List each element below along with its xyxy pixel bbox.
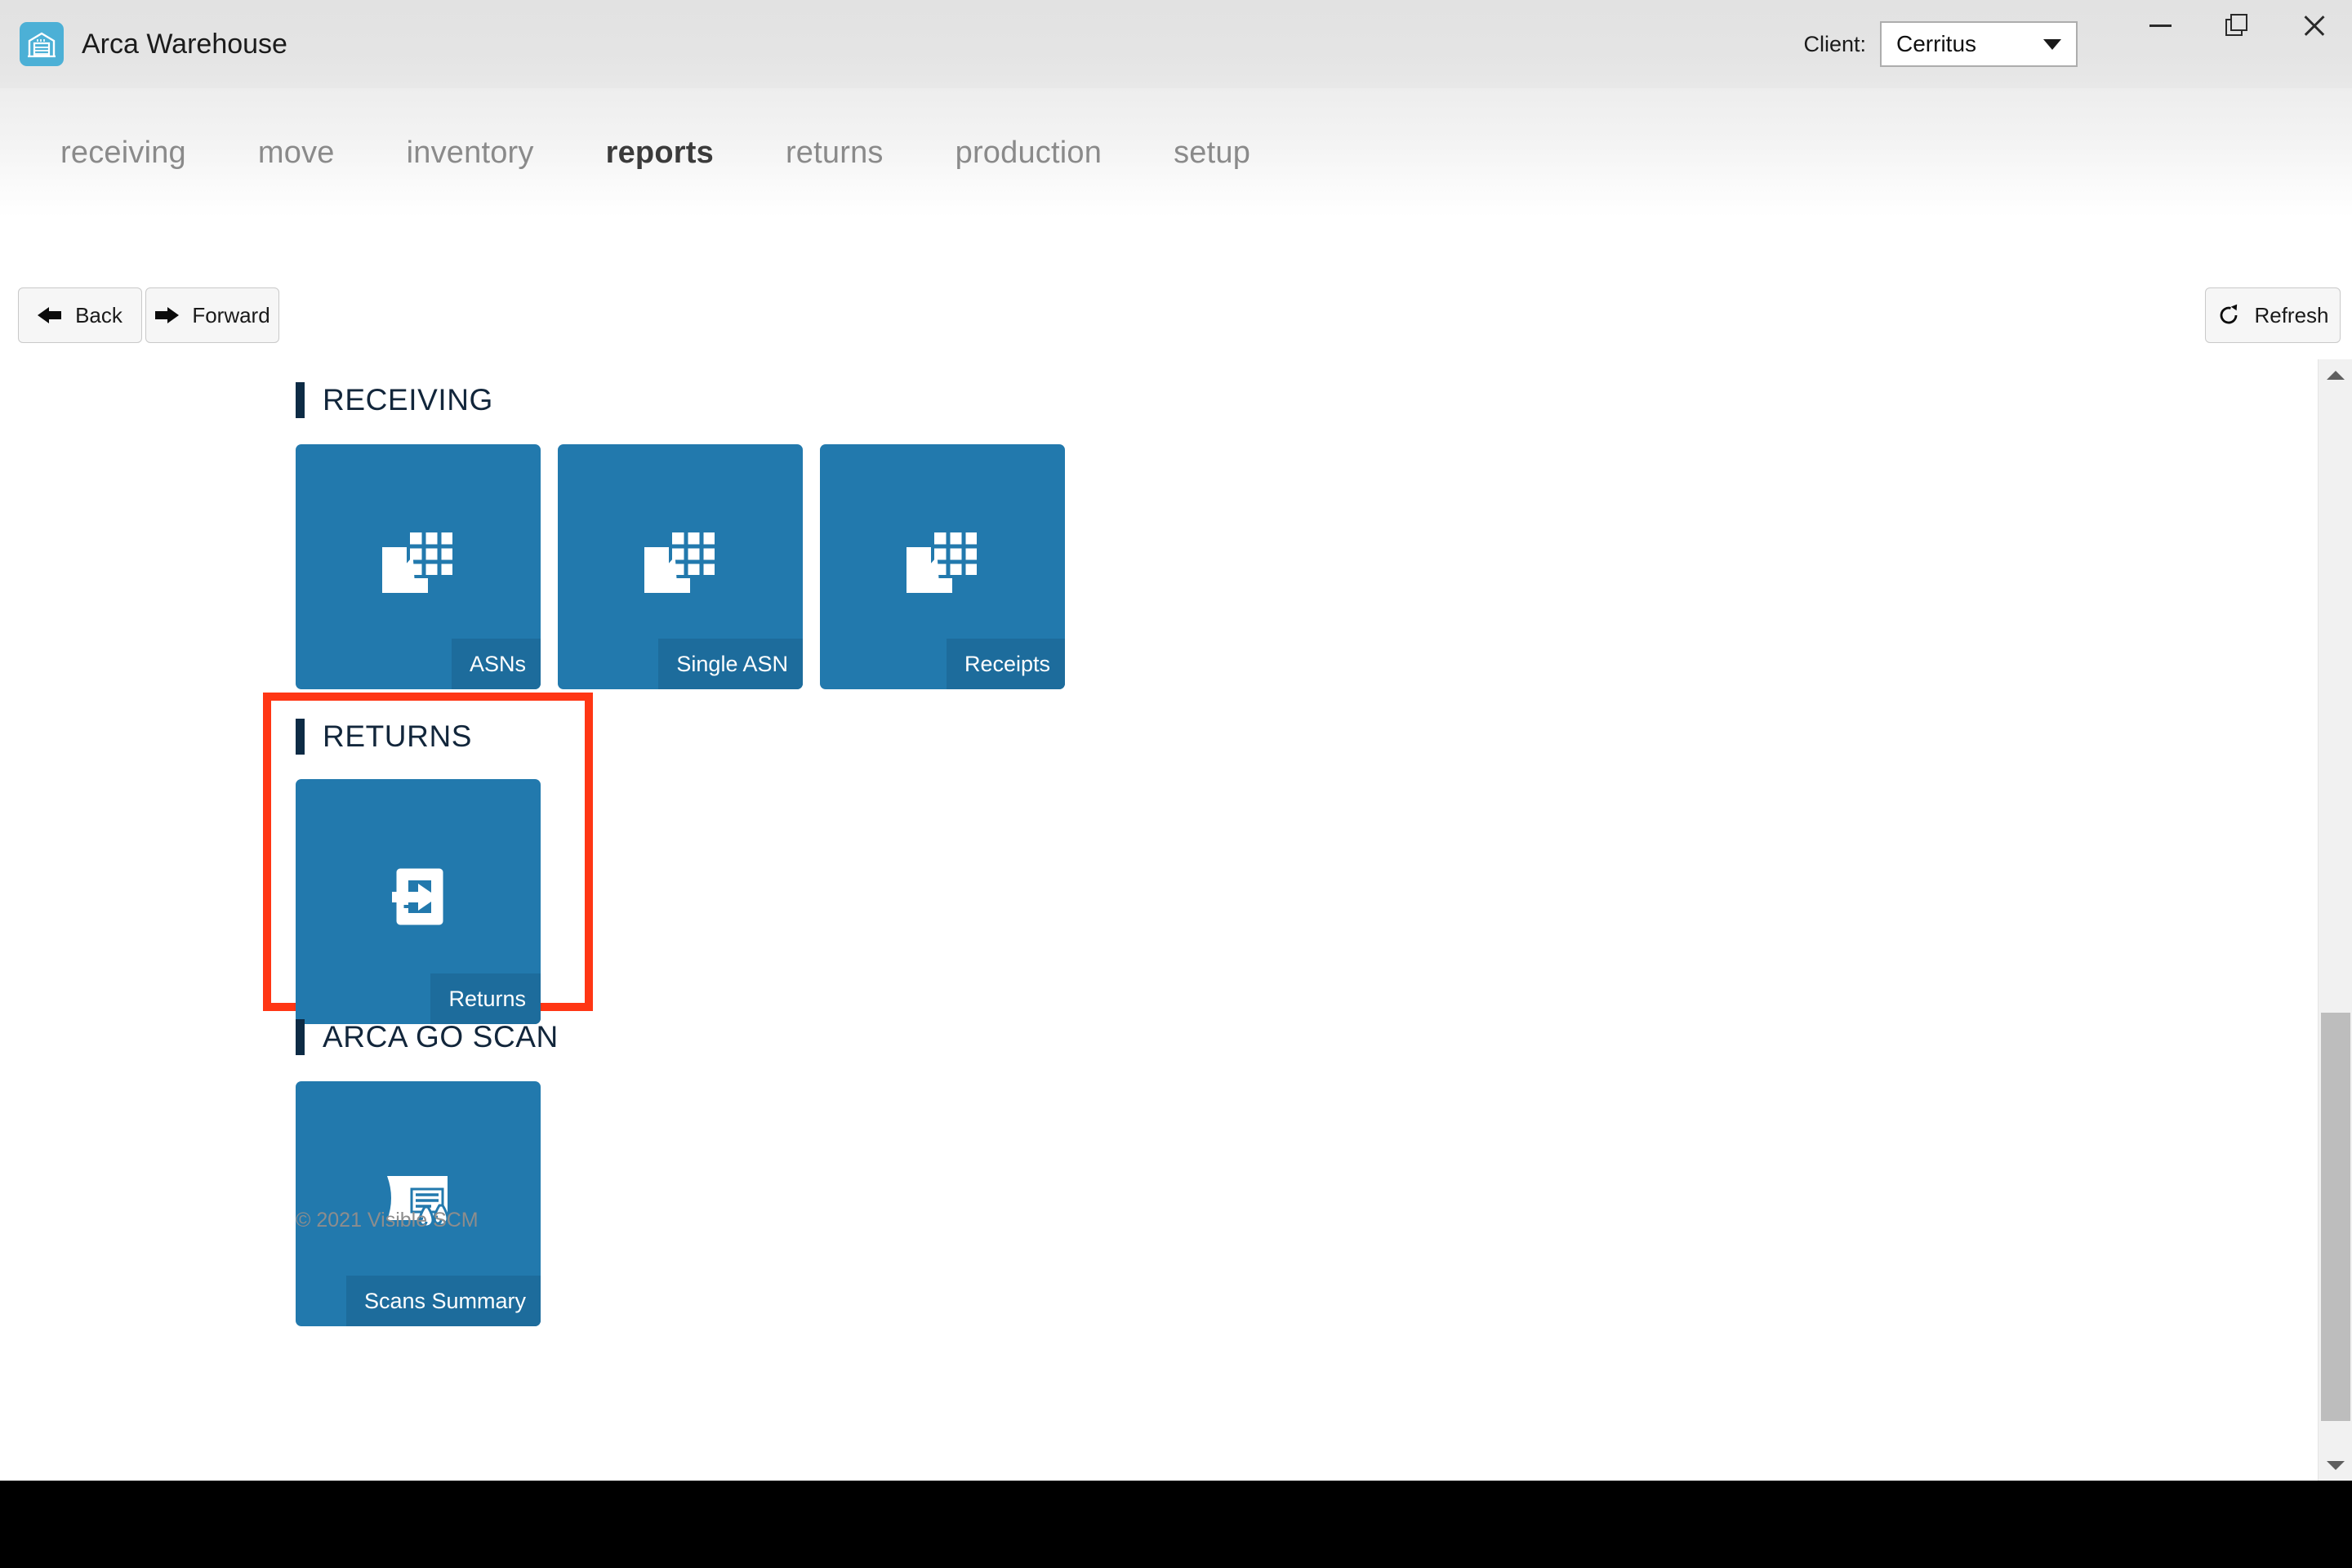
reports-content: RECEIVING ASNs Single ASN Receipts RETUR… — [0, 359, 2318, 1481]
nav-item-receiving[interactable]: receiving — [39, 136, 207, 171]
scroll-up-button[interactable] — [2319, 359, 2352, 390]
chevron-down-icon — [2043, 38, 2061, 50]
tile-row-receiving: ASNs Single ASN Receipts — [296, 444, 2318, 689]
section-header-returns: RETURNS — [296, 719, 585, 755]
nav-item-setup[interactable]: setup — [1152, 136, 1272, 171]
back-button[interactable]: Back — [18, 287, 142, 343]
nav-item-returns[interactable]: returns — [764, 136, 905, 171]
tile-scans-summary[interactable]: Scans Summary — [296, 1081, 541, 1326]
arrow-left-icon — [38, 306, 62, 324]
bottom-black-bar — [0, 1481, 2352, 1568]
back-button-label: Back — [75, 302, 122, 327]
maximize-icon — [2225, 14, 2248, 37]
section-accent-bar — [296, 1019, 305, 1055]
chevron-up-icon — [2327, 370, 2345, 380]
section-receiving: RECEIVING ASNs Single ASN Receipts — [0, 382, 2318, 689]
tile-receipts[interactable]: Receipts — [820, 444, 1065, 689]
vertical-scrollbar[interactable] — [2318, 359, 2352, 1481]
tile-asns[interactable]: ASNs — [296, 444, 541, 689]
application-window: Arca Warehouse Client: Cerritus receivin… — [0, 0, 2352, 1568]
section-accent-bar — [296, 382, 305, 418]
chevron-down-icon — [2327, 1460, 2345, 1470]
maximize-button[interactable] — [2198, 0, 2275, 51]
tile-single-asn[interactable]: Single ASN — [558, 444, 803, 689]
section-header-arca-go-scan: ARCA GO SCAN — [296, 1019, 2318, 1055]
page-toolbar: Back Forward Refresh — [0, 287, 2352, 358]
forward-button-label: Forward — [192, 302, 270, 327]
tile-label: ASNs — [451, 639, 541, 689]
tile-label: Receipts — [946, 639, 1065, 689]
nav-item-reports[interactable]: reports — [585, 136, 735, 171]
section-accent-bar — [296, 719, 305, 755]
section-returns-highlighted: RETURNS Returns — [263, 693, 593, 1024]
window-controls — [2122, 0, 2352, 88]
grid-arrow-icon — [820, 519, 1065, 604]
scrollbar-thumb[interactable] — [2321, 1013, 2350, 1421]
scroll-down-button[interactable] — [2319, 1450, 2352, 1481]
minimize-button[interactable] — [2122, 0, 2198, 51]
warehouse-icon — [20, 22, 64, 66]
app-title: Arca Warehouse — [82, 28, 287, 60]
title-bar-left: Arca Warehouse — [0, 22, 287, 66]
minimize-icon — [2149, 24, 2172, 27]
close-button[interactable] — [2275, 0, 2352, 51]
client-label: Client: — [1803, 31, 1866, 56]
client-selected-value: Cerritus — [1896, 31, 1977, 56]
copyright-text: © 2021 Visible SCM — [296, 1209, 479, 1232]
section-header-receiving: RECEIVING — [296, 382, 2318, 418]
refresh-icon — [2216, 303, 2241, 327]
grid-arrow-icon — [558, 519, 803, 604]
title-bar-right: Client: Cerritus — [1803, 0, 2352, 88]
grid-arrow-icon — [296, 519, 541, 604]
nav-item-inventory[interactable]: inventory — [385, 136, 555, 171]
main-navigation: receiving move inventory reports returns… — [0, 88, 2352, 217]
tile-label: Returns — [430, 973, 541, 1024]
forward-button[interactable]: Forward — [145, 287, 279, 343]
client-select[interactable]: Cerritus — [1880, 21, 2078, 67]
arrow-right-icon — [154, 306, 180, 324]
tile-row-returns: Returns — [296, 779, 585, 1024]
title-bar: Arca Warehouse Client: Cerritus — [0, 0, 2352, 88]
section-title-receiving: RECEIVING — [323, 383, 493, 416]
refresh-button[interactable]: Refresh — [2205, 287, 2341, 343]
tile-row-arca-go-scan: Scans Summary — [296, 1081, 2318, 1326]
tile-label: Scans Summary — [345, 1276, 541, 1326]
close-icon — [2301, 13, 2326, 38]
nav-item-production[interactable]: production — [934, 136, 1123, 171]
arrow-into-box-icon — [296, 854, 541, 939]
refresh-button-label: Refresh — [2254, 302, 2329, 327]
tile-returns[interactable]: Returns — [296, 779, 541, 1024]
nav-item-move[interactable]: move — [237, 136, 356, 171]
section-title-returns: RETURNS — [323, 719, 473, 753]
section-title-arca-go-scan: ARCA GO SCAN — [323, 1020, 559, 1054]
section-arca-go-scan: ARCA GO SCAN Scans Summary — [0, 1019, 2318, 1326]
tile-label: Single ASN — [658, 639, 803, 689]
